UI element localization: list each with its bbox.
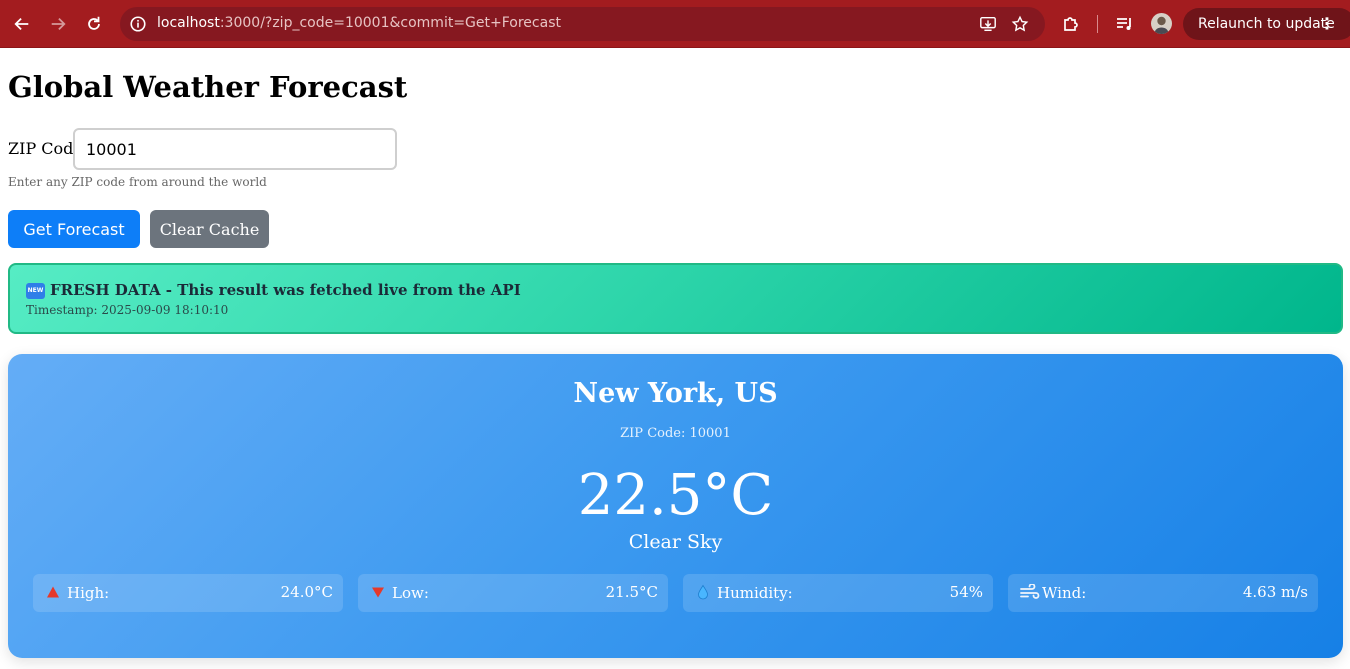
reload-icon (88, 16, 100, 30)
stat-label: High: (67, 584, 110, 602)
zip-code-help-text: Enter any ZIP code from around the world (8, 175, 267, 189)
stat-label: Wind: (1042, 584, 1087, 602)
profile-person-icon (1154, 16, 1169, 34)
weather-condition: Clear Sky (628, 531, 723, 553)
stat-value: 21.5°C (605, 583, 658, 601)
url-host: localhost (157, 15, 220, 31)
banner-timestamp: Timestamp: 2025-09-09 18:10:10 (26, 303, 229, 317)
back-button[interactable] (9, 11, 35, 37)
banner-title: FRESH DATA - This result was fetched liv… (50, 281, 521, 299)
zip-code-input[interactable] (73, 128, 397, 170)
triangle-down-icon (372, 587, 384, 598)
stat-humidity: Humidity: 54% (683, 574, 993, 612)
toolbar-divider (1097, 15, 1098, 33)
weather-card: New York, US ZIP Code: 10001 22.5°C Clea… (8, 354, 1343, 658)
triangle-up-icon (47, 586, 59, 598)
kebab-menu-icon[interactable]: ⋮ (1319, 8, 1335, 40)
new-badge-icon: NEW (26, 283, 45, 299)
install-app-icon[interactable] (979, 15, 997, 33)
stat-high: High: 24.0°C (33, 574, 343, 612)
back-arrow-icon (14, 17, 29, 31)
url-path: :3000/?zip_code=10001&commit=Get+Forecas… (219, 15, 561, 31)
city-name: New York, US (573, 378, 778, 409)
browser-toolbar: localhost:3000/?zip_code=10001&commit=Ge… (0, 0, 1350, 48)
get-forecast-button[interactable]: Get Forecast (8, 210, 140, 248)
page-title: Global Weather Forecast (8, 70, 408, 104)
clear-cache-button[interactable]: Clear Cache (150, 210, 269, 248)
relaunch-label: Relaunch to update (1198, 16, 1335, 32)
reload-button[interactable] (81, 11, 107, 37)
stat-label: Low: (392, 584, 429, 602)
wind-icon (1020, 584, 1040, 599)
stat-value: 54% (949, 583, 983, 601)
droplet-icon (698, 584, 708, 600)
relaunch-update-button[interactable]: Relaunch to update ⋮ (1183, 8, 1350, 40)
url-text[interactable]: localhost:3000/?zip_code=10001&commit=Ge… (157, 15, 561, 31)
stat-low: Low: 21.5°C (358, 574, 668, 612)
current-temperature: 22.5°C (577, 463, 774, 528)
site-info-icon[interactable] (129, 15, 147, 33)
stat-value: 24.0°C (280, 583, 333, 601)
stat-value: 4.63 m/s (1242, 583, 1308, 601)
forward-arrow-icon (51, 17, 66, 31)
bookmark-star-icon[interactable] (1011, 15, 1029, 33)
profile-avatar[interactable] (1151, 13, 1172, 34)
media-queue-icon[interactable] (1115, 14, 1135, 34)
forward-button[interactable] (45, 11, 71, 37)
zip-code-label: ZIP Code (8, 139, 83, 158)
card-zip-code: ZIP Code: 10001 (620, 426, 731, 441)
stat-label: Humidity: (717, 584, 793, 602)
stat-wind: Wind: 4.63 m/s (1008, 574, 1318, 612)
extensions-puzzle-icon[interactable] (1061, 14, 1081, 34)
fresh-data-banner: NEW FRESH DATA - This result was fetched… (8, 263, 1343, 334)
address-bar[interactable]: localhost:3000/?zip_code=10001&commit=Ge… (120, 7, 1045, 41)
